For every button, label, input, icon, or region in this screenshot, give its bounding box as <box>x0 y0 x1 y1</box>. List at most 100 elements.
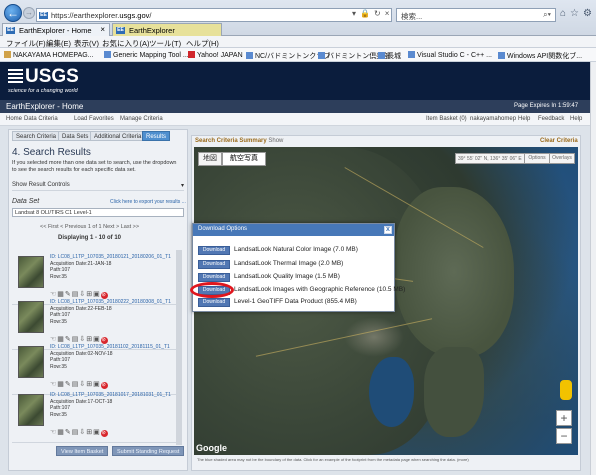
map-type-map-button[interactable]: 地図 <box>198 152 222 166</box>
nav-item-basket[interactable]: Item Basket (0) <box>426 116 467 122</box>
address-bar[interactable]: EE https://earthexplorer.usgs.gov/ <box>36 8 392 22</box>
map-footer-note: The blue shaded area may not be the boun… <box>197 457 469 462</box>
tab-results[interactable]: Results <box>142 131 171 141</box>
usgs-logo[interactable]: USGS science for a changing world <box>8 66 86 96</box>
nav-help[interactable]: Help <box>518 116 530 122</box>
view-item-basket-button[interactable]: View Item Basket <box>56 446 109 456</box>
pager[interactable]: << First < Previous 1 of 1 Next > Last >… <box>40 224 139 230</box>
download-option-label: LandsatLook Natural Color Image (7.0 MB) <box>234 246 358 253</box>
zoom-in-button[interactable]: + <box>556 410 572 426</box>
results-scrollbar[interactable] <box>176 250 182 445</box>
back-arrow-icon[interactable]: ← <box>4 4 22 22</box>
address-tools[interactable]: ▾🔒↻× <box>352 9 393 18</box>
download-option-label: LandsatLook Quality Image (1.5 MB) <box>234 273 340 280</box>
favorite-link[interactable]: Yahoo! JAPAN <box>188 51 243 59</box>
page-icon <box>378 52 385 59</box>
favorites-bar: NAKAYAMA HOMEPAG... Generic Mapping Tool… <box>0 48 596 62</box>
page-icon <box>246 52 253 59</box>
result-item[interactable]: ID: LC08_L1TP_107035_20181017_20181031_0… <box>12 388 182 443</box>
dataset-label: Data Set <box>12 198 40 205</box>
refresh-icon[interactable]: ↻ <box>374 9 385 18</box>
order-icon[interactable]: ▣ <box>93 381 101 388</box>
page-icon <box>104 51 111 58</box>
yahoo-icon <box>188 51 195 58</box>
favorite-link[interactable]: Windows API関数化ブ... <box>498 51 582 61</box>
nav-data-criteria[interactable]: Data Criteria <box>24 116 58 122</box>
street-view-pegman-icon[interactable] <box>560 380 572 400</box>
favorite-link[interactable]: Generic Mapping Tool ... <box>104 51 189 59</box>
tab-strip: EE EarthExplorer - Home × EE EarthExplorer <box>0 23 596 36</box>
zoom-out-button[interactable]: − <box>556 428 572 444</box>
page-icon <box>408 51 415 58</box>
download-button[interactable]: Download <box>198 246 230 255</box>
nav-home[interactable]: Home <box>6 116 22 122</box>
map-land <box>424 347 484 437</box>
folder-icon <box>4 51 11 58</box>
browser-tab[interactable]: EE EarthExplorer <box>112 23 222 36</box>
dialog-title: Download Options <box>198 226 248 232</box>
result-actions[interactable]: ☜▦✎▤⇩⊞▣⊘ <box>50 428 108 437</box>
page-icon <box>498 52 505 59</box>
scene-thumbnail[interactable] <box>18 256 44 288</box>
scene-thumbnail[interactable] <box>18 301 44 333</box>
map-overlays-button[interactable]: Overlays <box>549 153 575 164</box>
map-type-satellite-button[interactable]: 航空写真 <box>222 152 266 166</box>
forward-arrow-icon[interactable]: → <box>23 7 35 19</box>
tab-additional-criteria[interactable]: Additional Criteria <box>90 131 146 141</box>
map-options-button[interactable]: Options <box>524 153 550 164</box>
google-logo: Google <box>196 443 227 453</box>
browser-tools[interactable]: ⌂☆⚙ <box>560 8 596 19</box>
browser-search-input[interactable]: 検索... ⌕▾ <box>396 8 556 22</box>
search-criteria-summary[interactable]: Search Criteria Summary Show <box>195 138 283 144</box>
result-item[interactable]: ID: LC08_L1TP_107035_20181102_20181115_0… <box>12 340 182 395</box>
stop-icon[interactable]: × <box>385 9 394 18</box>
download-button[interactable]: Download <box>198 260 230 269</box>
download-option-label: LandsatLook Images with Geographic Refer… <box>234 286 406 293</box>
site-favicon-icon: EE <box>6 27 15 34</box>
scene-thumbnail[interactable] <box>18 394 44 426</box>
submit-standing-request-button[interactable]: Submit Standing Request <box>112 446 185 456</box>
results-help-text: If you selected more than one data set t… <box>12 160 177 173</box>
overlay-icon[interactable]: ▦ <box>57 381 65 388</box>
nav-user[interactable]: nakayamahomep <box>470 116 516 122</box>
download-button[interactable]: Download <box>198 298 230 307</box>
order-icon[interactable]: ▣ <box>93 429 101 436</box>
show-result-controls[interactable]: Show Result Controls ▾ <box>12 182 184 191</box>
expire-timer: Page Expires In 1:59:47 <box>514 103 579 109</box>
export-results-link[interactable]: Click here to export your results ... <box>110 199 186 205</box>
tab-data-sets[interactable]: Data Sets <box>58 131 93 141</box>
usgs-header <box>0 62 590 100</box>
close-icon[interactable]: x <box>384 226 392 234</box>
site-favicon-icon: EE <box>39 12 48 19</box>
favorite-link[interactable]: Visual Studio C - C++ ... <box>408 51 492 59</box>
lock-icon[interactable]: 🔒 <box>360 9 374 18</box>
clear-criteria-link[interactable]: Clear Criteria <box>540 138 578 144</box>
nav-feedback[interactable]: Feedback <box>538 116 564 122</box>
download-button[interactable]: Download <box>198 273 230 282</box>
favorite-link[interactable]: 長城 <box>378 51 401 61</box>
nav-help-2[interactable]: Help <box>570 116 582 122</box>
app-title-bar <box>0 100 590 113</box>
site-favicon-icon: EE <box>116 27 125 34</box>
exclude-icon[interactable]: ⊘ <box>100 430 108 437</box>
overlay-icon[interactable]: ▦ <box>57 429 65 436</box>
page-scrollbar[interactable] <box>590 62 596 475</box>
nav-manage-criteria[interactable]: Manage Criteria <box>120 116 163 122</box>
dataset-select[interactable]: Landsat 8 OLI/TIRS C1 Level-1 <box>12 208 184 217</box>
scene-thumbnail[interactable] <box>18 346 44 378</box>
browser-tab-active[interactable]: EE EarthExplorer - Home × <box>2 23 110 36</box>
menu-bar: ファイル(F) 編集(E) 表示(V) お気に入り(A) ツール(T) ヘルプ(… <box>0 36 596 48</box>
favorite-link[interactable]: NAKAYAMA HOMEPAG... <box>4 51 94 59</box>
compare-icon[interactable]: ✎ <box>65 429 72 436</box>
tab-search-criteria[interactable]: Search Criteria <box>12 131 61 141</box>
favorites-star-icon[interactable]: ☆ <box>570 8 583 19</box>
map-city <box>344 317 404 357</box>
compare-icon[interactable]: ✎ <box>65 381 72 388</box>
usgs-wave-icon <box>8 69 23 87</box>
search-dropdown-icon[interactable]: ▾ <box>352 9 360 18</box>
magnifier-icon[interactable]: ⌕▾ <box>543 10 551 20</box>
gear-icon[interactable]: ⚙ <box>583 8 596 19</box>
home-icon[interactable]: ⌂ <box>560 8 570 19</box>
close-tab-icon[interactable]: × <box>100 25 105 34</box>
nav-load-favorites[interactable]: Load Favorites <box>74 116 114 122</box>
